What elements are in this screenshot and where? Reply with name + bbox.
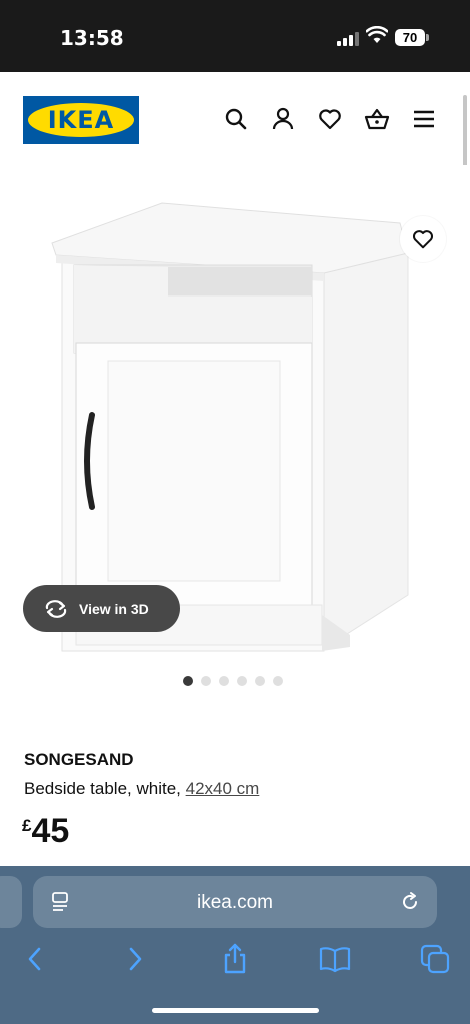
tabs-button[interactable] — [418, 942, 452, 976]
tabs-icon — [420, 944, 450, 974]
cellular-signal-icon — [337, 30, 359, 46]
battery-tip — [426, 34, 429, 41]
forward-icon — [129, 947, 142, 971]
address-bar-url: ikea.com — [196, 892, 274, 913]
product-price: £45 — [22, 812, 69, 851]
heart-icon — [412, 230, 434, 249]
user-icon[interactable] — [270, 106, 296, 132]
image-carousel-dots — [183, 676, 283, 686]
product-description-text: Bedside table, white, — [24, 779, 186, 798]
product-dimensions-link[interactable]: 42x40 cm — [186, 779, 260, 798]
carousel-dot[interactable] — [201, 676, 211, 686]
heart-icon[interactable] — [317, 106, 343, 132]
view-in-3d-button[interactable]: View in 3D — [23, 585, 180, 632]
logo-text: IKEA — [47, 106, 115, 134]
carousel-dot[interactable] — [273, 676, 283, 686]
back-icon — [28, 947, 41, 971]
basket-icon[interactable] — [364, 106, 390, 132]
share-icon — [224, 943, 246, 974]
bookmarks-button[interactable] — [318, 942, 352, 976]
wifi-icon — [366, 26, 388, 43]
bookmarks-icon — [319, 947, 351, 973]
price-currency: £ — [22, 816, 32, 835]
carousel-dot[interactable] — [237, 676, 247, 686]
carousel-dot[interactable] — [219, 676, 229, 686]
view-in-3d-label: View in 3D — [79, 600, 149, 617]
ikea-logo[interactable]: IKEA — [23, 96, 139, 144]
home-indicator[interactable] — [152, 1008, 319, 1013]
product-name: SONGESAND — [24, 750, 134, 769]
back-button[interactable] — [18, 942, 52, 976]
price-amount: 45 — [31, 812, 70, 850]
menu-icon[interactable] — [411, 106, 437, 132]
carousel-dot[interactable] — [255, 676, 265, 686]
search-icon[interactable] — [223, 106, 249, 132]
previous-tab-preview[interactable] — [0, 876, 22, 928]
rotate-3d-icon — [45, 599, 67, 618]
status-bar: 13:58 70 — [0, 0, 470, 72]
favourite-button[interactable] — [400, 216, 446, 262]
address-bar[interactable]: ikea.com — [33, 876, 437, 928]
reload-icon[interactable] — [399, 891, 421, 913]
forward-button[interactable] — [118, 942, 152, 976]
status-time: 13:58 — [60, 26, 124, 50]
share-button[interactable] — [218, 942, 252, 976]
product-description: Bedside table, white, 42x40 cm — [24, 779, 259, 799]
site-header: IKEA — [0, 72, 470, 162]
carousel-dot[interactable] — [183, 676, 193, 686]
battery-icon: 70 — [395, 29, 425, 46]
logo-oval: IKEA — [28, 103, 134, 137]
browser-bar: ikea.com — [0, 866, 470, 1024]
